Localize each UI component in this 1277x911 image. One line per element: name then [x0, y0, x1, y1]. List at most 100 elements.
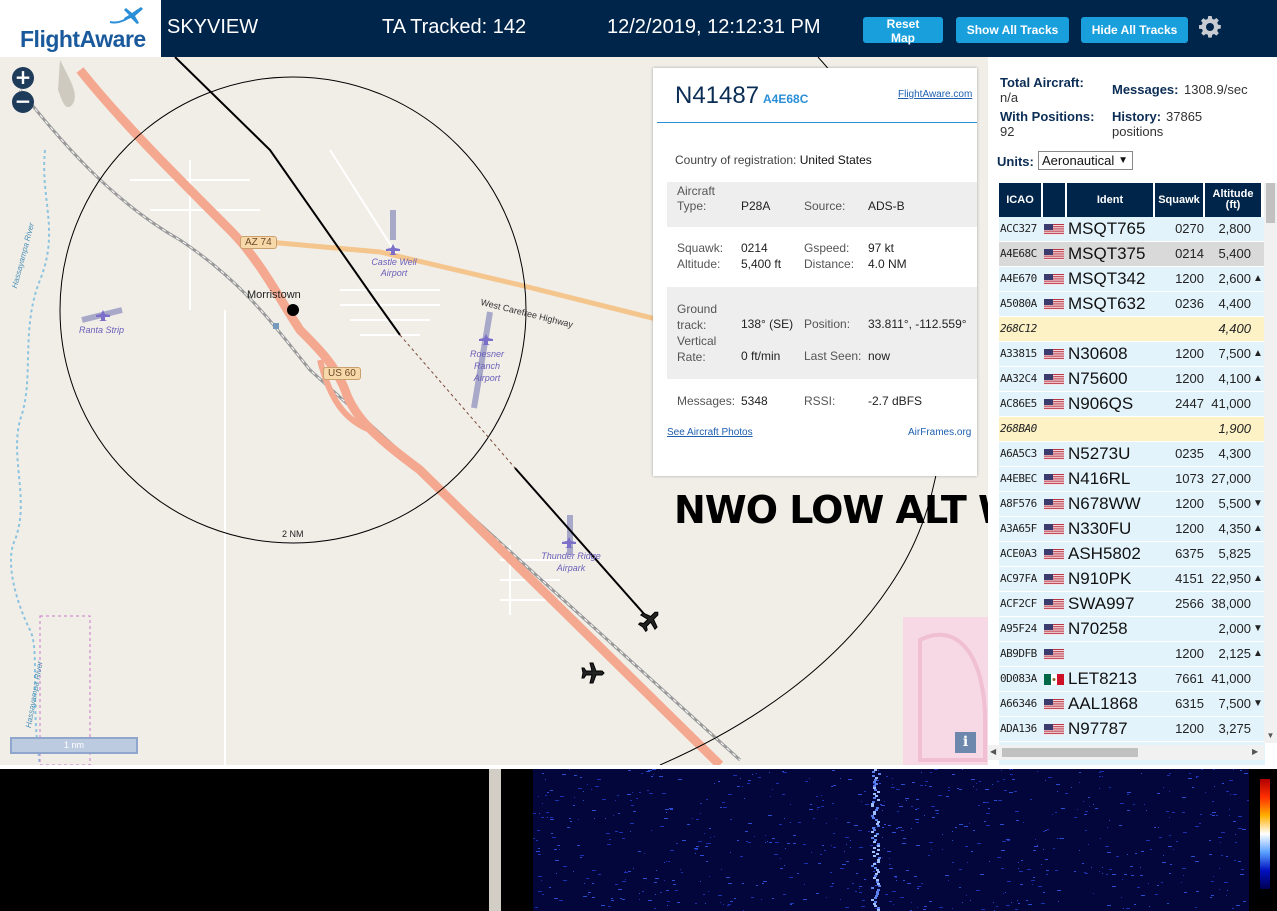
zoom-out-button[interactable]: −: [12, 91, 34, 113]
vertical-trend-icon: [1252, 417, 1264, 441]
map-info-button[interactable]: i: [955, 732, 976, 753]
cell-icao: ACC327: [1000, 222, 1037, 235]
value-vertical-rate: 0 ft/min: [741, 349, 781, 363]
cell-ident: MSQT632: [1068, 294, 1146, 313]
reset-map-button[interactable]: Reset Map: [863, 17, 943, 45]
us-flag-icon: [1044, 249, 1064, 260]
cell-ident: N906QS: [1068, 394, 1134, 413]
vertical-trend-icon: [1252, 292, 1264, 316]
scroll-right-icon[interactable]: ▶: [1252, 747, 1262, 756]
cell-icao: A5080A: [1000, 297, 1037, 310]
table-row[interactable]: ACC327 MSQT765 0270 2,800: [999, 217, 1265, 242]
table-row[interactable]: A95F24 N70258 2,000 ▼: [999, 617, 1265, 642]
scrollbar-thumb[interactable]: [1266, 183, 1275, 223]
waterfall-canvas: [533, 769, 1249, 911]
cell-icao: AB9DFB: [1000, 647, 1037, 660]
west-carefree-highway: [244, 237, 661, 323]
climbing-arrow-icon: ▲: [1253, 648, 1263, 659]
value-last-seen: now: [868, 349, 891, 363]
column-squawk[interactable]: Squawk: [1155, 183, 1203, 217]
airframes-link[interactable]: AirFrames.org: [908, 427, 971, 438]
cell-ident: N910PK: [1068, 569, 1132, 588]
table-row[interactable]: 268BA0 1,900: [999, 417, 1265, 442]
road-shield-us60: US 60: [323, 367, 361, 380]
total-aircraft-label: Total Aircraft:: [1000, 75, 1084, 90]
cell-squawk: 2566: [1175, 596, 1204, 611]
waterfall-colorbar: [1260, 779, 1270, 889]
cell-ident: MSQT342: [1068, 269, 1146, 288]
us-flag-icon: [1044, 524, 1064, 535]
scroll-down-icon[interactable]: ▼: [1265, 731, 1276, 743]
us-flag-icon: [1044, 399, 1064, 410]
range-ring-label: 2 NM: [282, 529, 304, 539]
table-row[interactable]: A33815 N30608 1200 7,500 ▲: [999, 342, 1265, 367]
cell-altitude: 2,125: [1218, 646, 1251, 661]
scroll-left-icon[interactable]: ◀: [990, 747, 1000, 756]
cell-icao: 268BA0: [1000, 422, 1037, 435]
table-row[interactable]: ACE0A3 ASH5802 6375 5,825: [999, 542, 1265, 567]
table-row[interactable]: A6A5C3 N5273U 0235 4,300: [999, 442, 1265, 467]
vertical-scrollbar[interactable]: ▼: [1264, 183, 1277, 743]
cell-squawk: 1200: [1175, 721, 1204, 736]
column-ident[interactable]: Ident: [1067, 183, 1153, 217]
show-all-tracks-button[interactable]: Show All Tracks: [956, 17, 1069, 43]
cell-icao: A4E68C: [1000, 247, 1037, 260]
cell-icao: ACF2CF: [1000, 597, 1037, 610]
value-ground-track: 138° (SE): [741, 317, 794, 331]
cell-squawk: 0236: [1175, 296, 1204, 311]
flightaware-link[interactable]: FlightAware.com: [898, 89, 972, 100]
cell-squawk: 1200: [1175, 346, 1204, 361]
cell-altitude: 4,350: [1218, 521, 1251, 536]
units-select[interactable]: Aeronautical ▼: [1038, 151, 1133, 170]
cell-squawk: [1159, 317, 1204, 341]
column-altitude[interactable]: Altitude (ft): [1205, 183, 1261, 217]
table-row[interactable]: 0D083A LET8213 7661 41,000: [999, 667, 1265, 692]
cell-altitude: 7,500: [1218, 696, 1251, 711]
table-row[interactable]: A3A65F N330FU 1200 4,350 ▲: [999, 517, 1265, 542]
table-row[interactable]: A4EBEC N416RL 1073 27,000: [999, 467, 1265, 492]
zoom-in-button[interactable]: +: [12, 67, 34, 89]
cell-ident: N97787: [1068, 719, 1128, 738]
aircraft-photos-link[interactable]: See Aircraft Photos: [667, 427, 753, 438]
label-rssi: RSSI:: [804, 394, 836, 408]
cell-altitude: 5,400: [1218, 246, 1251, 261]
panel-divider[interactable]: [489, 769, 501, 911]
cell-altitude: 27,000: [1211, 471, 1251, 486]
table-row[interactable]: AA32C4 N75600 1200 4,100 ▲: [999, 367, 1265, 392]
table-row[interactable]: A5080A MSQT632 0236 4,400: [999, 292, 1265, 317]
airport-label-roesner-ranch: Roesner Ranch Airport: [469, 349, 505, 383]
cell-squawk: 1200: [1175, 646, 1204, 661]
cell-squawk: 1200: [1175, 271, 1204, 286]
history-value: 37865 positions: [1112, 109, 1203, 139]
us-flag-icon: [1044, 499, 1064, 510]
vertical-trend-icon: [1252, 217, 1264, 241]
table-row[interactable]: ADA136 N97787 1200 3,275: [999, 717, 1265, 742]
us-flag-icon: [1044, 724, 1064, 735]
horizontal-scrollbar[interactable]: ◀ ▶: [988, 745, 1264, 760]
flightaware-logo[interactable]: FlightAware: [0, 0, 161, 57]
label-ground-track: Ground track:: [677, 302, 718, 332]
value-gspeed: 97 kt: [868, 241, 895, 255]
vertical-trend-icon: [1252, 467, 1264, 491]
aircraft-icon[interactable]: [581, 662, 605, 684]
tracked-count: TA Tracked: 142: [382, 16, 527, 38]
table-row[interactable]: A4E68C MSQT375 0214 5,400: [999, 242, 1265, 267]
minor-roads: [130, 149, 560, 765]
table-row[interactable]: 268C12 4,400: [999, 317, 1265, 342]
column-icao[interactable]: ICAO: [999, 183, 1041, 217]
table-row[interactable]: A66346 AAL1868 6315 7,500 ▼: [999, 692, 1265, 717]
table-row[interactable]: A4E670 MSQT342 1200 2,600 ▲: [999, 267, 1265, 292]
hide-all-tracks-button[interactable]: Hide All Tracks: [1081, 17, 1188, 43]
messages-label: Messages:: [1112, 82, 1179, 97]
table-row[interactable]: ACF2CF SWA997 2566 38,000: [999, 592, 1265, 617]
us-flag-icon: [1044, 549, 1064, 560]
table-row[interactable]: AB9DFB 1200 2,125 ▲: [999, 642, 1265, 667]
settings-gear-icon[interactable]: [1198, 15, 1222, 39]
column-flag[interactable]: [1043, 183, 1065, 217]
table-row[interactable]: A8F576 N678WW 1200 5,500 ▼: [999, 492, 1265, 517]
scrollbar-thumb[interactable]: [1002, 748, 1138, 757]
cell-ident: N5273U: [1068, 444, 1131, 463]
us-flag-icon: [1044, 299, 1064, 310]
table-row[interactable]: AC86E5 N906QS 2447 41,000: [999, 392, 1265, 417]
table-row[interactable]: AC97FA N910PK 4151 22,950 ▲: [999, 567, 1265, 592]
